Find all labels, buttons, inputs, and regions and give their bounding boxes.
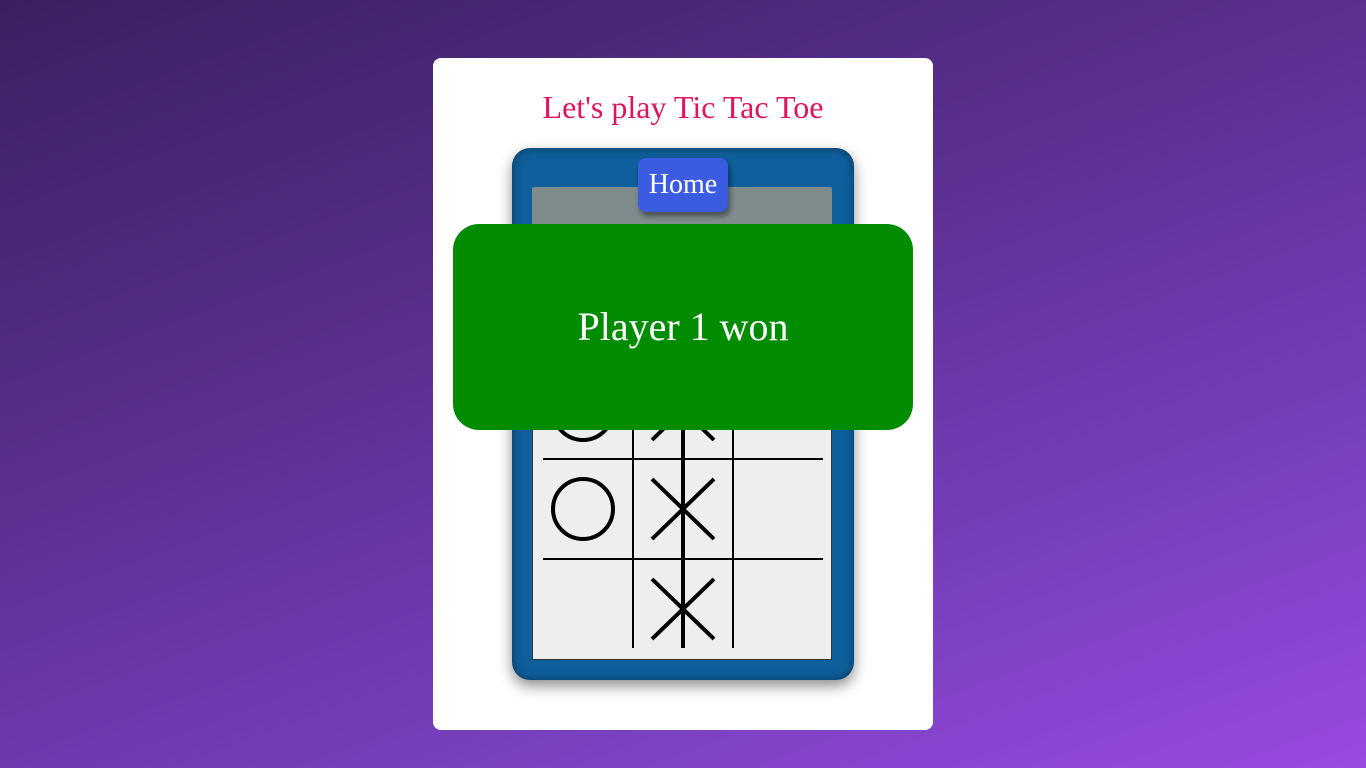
page-title: Let's play Tic Tac Toe [542,89,824,125]
result-banner: Player 1 won [453,224,913,430]
home-button[interactable]: Home [638,158,728,212]
o-mark-cell-r2c1 [551,477,615,541]
